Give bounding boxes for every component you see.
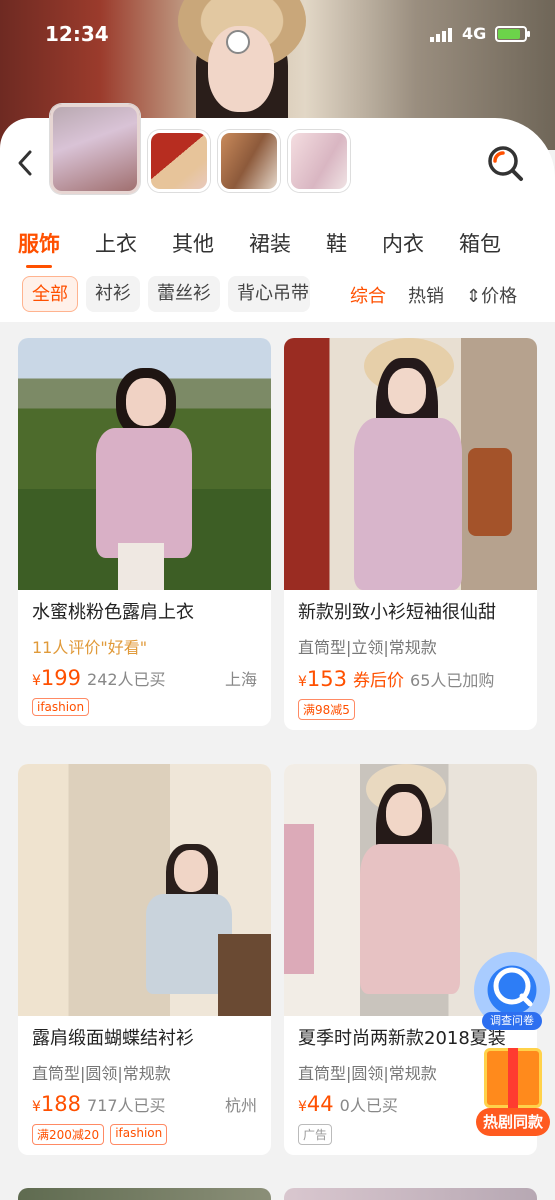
tab-clothing[interactable]: 服饰 (18, 228, 60, 268)
chip-lace[interactable]: 蕾丝衫 (148, 276, 220, 312)
product-tag: 满98减5 (298, 699, 355, 720)
product-review: 11人评价"好看" (32, 638, 148, 657)
signal-icon (430, 28, 452, 42)
product-image (284, 338, 537, 590)
product-image (18, 338, 271, 590)
tab-tops[interactable]: 上衣 (95, 228, 137, 258)
product-title: 露肩缎面蝴蝶结衬衫 (32, 1028, 194, 1049)
product-sold: 242人已买 (87, 670, 166, 689)
product-price: ¥188 (32, 1092, 82, 1116)
product-title: 水蜜桃粉色露肩上衣 (32, 602, 194, 623)
image-search-button[interactable] (486, 144, 524, 182)
network-label: 4G (462, 24, 487, 43)
filter-chips: 全部 衬衫 蕾丝衫 背心吊带 (22, 276, 310, 312)
product-card[interactable]: 露肩缎面蝴蝶结衬衫 直筒型|圆领|常规款 ¥188 717人已买 杭州 满200… (18, 764, 271, 1155)
tab-bags[interactable]: 箱包 (459, 228, 501, 258)
product-price: ¥153 (298, 667, 348, 691)
sort-arrows-icon: ⇕ (466, 286, 482, 307)
survey-label: 调查问卷 (482, 1012, 542, 1030)
ad-tag: 广告 (298, 1124, 333, 1145)
next-product-image (284, 1188, 537, 1200)
chip-all[interactable]: 全部 (22, 276, 78, 312)
gift-widget[interactable]: 热剧同款 (476, 1048, 550, 1136)
product-tag: 满200减20 (32, 1124, 105, 1145)
tab-shoes[interactable]: 鞋 (326, 228, 347, 258)
sort-price-label: 价格 (481, 286, 518, 307)
image-search-icon (488, 146, 523, 181)
product-city: 杭州 (224, 1096, 257, 1115)
tab-other[interactable]: 其他 (172, 228, 214, 258)
tab-underwear[interactable]: 内衣 (382, 228, 424, 258)
chevron-left-icon (18, 150, 32, 176)
thumbnail-strip (50, 104, 350, 194)
product-card[interactable]: 新款别致小衫短袖很仙甜 直筒型|立领|常规款 ¥153 券后价 65人已加购 满… (284, 338, 537, 730)
sort-sales[interactable]: 热销 (408, 282, 444, 308)
product-city: 上海 (224, 670, 257, 689)
category-tabs: 服饰 上衣 其他 裙装 鞋 内衣 箱包 (18, 228, 501, 268)
coupon-label: 券后价 (353, 671, 405, 691)
tab-dresses[interactable]: 裙装 (249, 228, 291, 258)
status-bar: 12:34 4G (0, 20, 555, 50)
chip-camisole[interactable]: 背心吊带 (228, 276, 310, 312)
next-product-image (18, 1188, 271, 1200)
product-tag: ifashion (32, 698, 90, 716)
sort-default[interactable]: 综合 (350, 282, 386, 308)
thumbnail-4[interactable] (288, 130, 350, 192)
product-attributes: 直筒型|立领|常规款 (298, 638, 437, 657)
gift-label: 热剧同款 (476, 1108, 550, 1136)
sort-bar: 综合 热销 ⇕价格 (350, 282, 517, 308)
product-sold: 717人已买 (87, 1096, 166, 1115)
back-button[interactable] (14, 148, 38, 178)
product-price: ¥199 (32, 666, 82, 690)
product-title: 新款别致小衫短袖很仙甜 (298, 602, 496, 623)
product-price: ¥44 (298, 1092, 334, 1116)
product-attributes: 直筒型|圆领|常规款 (32, 1064, 171, 1083)
product-image (18, 764, 271, 1016)
product-tag: ifashion (110, 1124, 168, 1145)
status-time: 12:34 (45, 22, 109, 46)
product-sold: 0人已买 (339, 1096, 398, 1115)
thumbnail-3[interactable] (218, 130, 280, 192)
product-card[interactable]: 水蜜桃粉色露肩上衣 11人评价"好看" ¥199 242人已买 上海 ifash… (18, 338, 271, 726)
sort-price[interactable]: ⇕价格 (466, 282, 517, 308)
thumbnail-selected[interactable] (50, 104, 140, 194)
survey-widget[interactable]: 调查问卷 (474, 952, 550, 1030)
thumbnail-2[interactable] (148, 130, 210, 192)
chip-shirt[interactable]: 衬衫 (86, 276, 140, 312)
product-sold: 65人已加购 (410, 671, 495, 690)
battery-icon (495, 26, 530, 42)
